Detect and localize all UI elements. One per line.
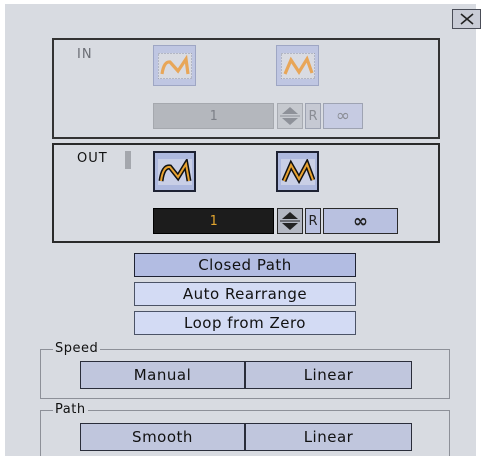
speed-manual-button[interactable]: Manual — [80, 361, 245, 389]
out-section-label: OUT — [77, 151, 108, 166]
out-reset-button[interactable]: R — [305, 208, 321, 234]
out-n-curve-button[interactable] — [276, 151, 319, 192]
path-linear-button[interactable]: Linear — [245, 423, 412, 451]
out-count-field[interactable]: 1 — [153, 208, 274, 234]
in-m-curve-button[interactable] — [153, 45, 196, 86]
auto-rearrange-toggle[interactable]: Auto Rearrange — [134, 282, 356, 306]
closed-path-toggle[interactable]: Closed Path — [134, 253, 356, 277]
m-curve-icon — [157, 158, 192, 185]
n-curve-icon — [280, 52, 315, 79]
out-label-marker — [125, 151, 131, 169]
m-curve-icon — [157, 52, 192, 79]
in-section-label: IN — [77, 47, 93, 62]
out-m-curve-button[interactable] — [153, 151, 196, 192]
path-group-label: Path — [53, 402, 88, 417]
n-curve-icon — [280, 158, 315, 185]
speed-linear-button[interactable]: Linear — [245, 361, 412, 389]
speed-group-label: Speed — [53, 341, 101, 356]
up-down-arrows-icon — [280, 107, 300, 125]
up-down-arrows-icon — [280, 212, 300, 230]
path-smooth-button[interactable]: Smooth — [80, 423, 245, 451]
in-stepper[interactable] — [277, 103, 303, 129]
in-reset-button[interactable]: R — [305, 103, 321, 129]
out-stepper[interactable] — [277, 208, 303, 234]
close-x-icon — [459, 13, 474, 25]
close-button[interactable] — [452, 9, 481, 29]
in-n-curve-button[interactable] — [276, 45, 319, 86]
loop-from-zero-toggle[interactable]: Loop from Zero — [134, 311, 356, 335]
in-count-field[interactable]: 1 — [153, 103, 274, 129]
out-infinite-button[interactable]: ∞ — [323, 208, 398, 234]
in-infinite-button[interactable]: ∞ — [323, 103, 363, 129]
